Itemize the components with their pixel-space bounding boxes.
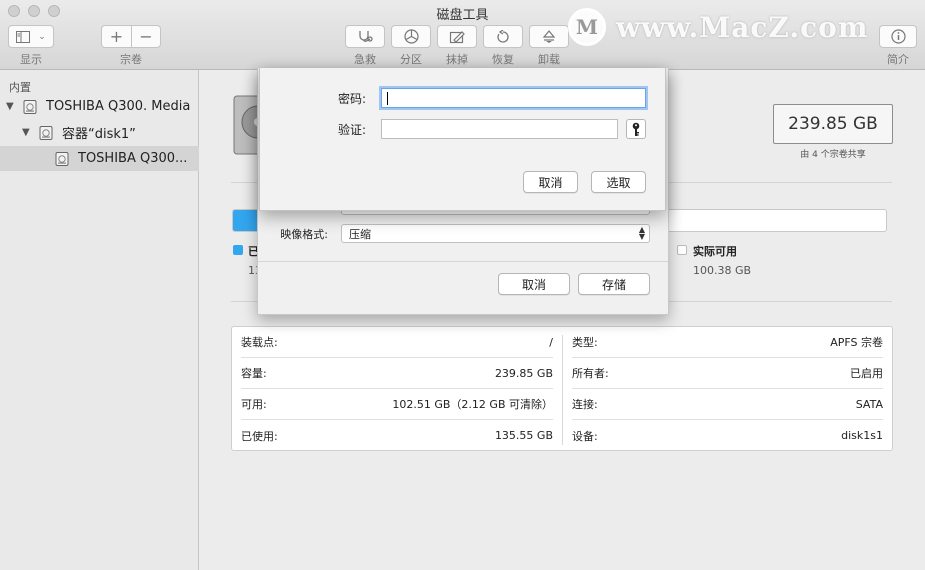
info-key: 已使用: <box>241 429 278 443</box>
key-icon <box>632 122 640 136</box>
restore-icon <box>497 29 509 43</box>
info-label: 简介 <box>887 53 909 66</box>
info-key: 容量: <box>241 367 267 380</box>
info-key: 所有者: <box>572 367 609 380</box>
info-key: 设备: <box>572 429 598 443</box>
info-row-type: 类型: APFS 宗卷 <box>572 327 883 358</box>
password-field[interactable] <box>381 88 646 108</box>
info-row-used: 已使用: 135.55 GB <box>241 420 553 451</box>
disk-icon <box>39 125 53 140</box>
chevron-down-icon: ⌄ <box>38 31 46 42</box>
sidebar-item-label: TOSHIBA Q300... <box>78 151 188 166</box>
info-value: APFS 宗卷 <box>830 336 883 349</box>
display-label: 显示 <box>20 53 42 66</box>
save-button[interactable]: 存储 <box>578 273 650 295</box>
info-icon <box>890 29 906 44</box>
hard-drive-icon <box>233 95 260 155</box>
volume-segmented-control: + − <box>101 25 161 48</box>
info-value: 239.85 GB <box>494 366 553 380</box>
info-row-mount-point: 装载点: / <box>241 327 553 358</box>
first-aid-label: 急救 <box>354 53 376 66</box>
eject-icon <box>543 29 555 43</box>
restore-label: 恢复 <box>492 53 514 66</box>
divider <box>258 261 668 262</box>
info-row-capacity: 容量: 239.85 GB <box>241 358 553 389</box>
info-row-owners: 所有者: 已启用 <box>572 358 883 389</box>
sidebar-section-internal: 内置 <box>9 81 31 94</box>
info-value: SATA <box>855 397 883 411</box>
available-legend-swatch <box>677 245 687 255</box>
info-value: 135.55 GB <box>494 429 553 442</box>
info-row-available: 可用: 102.51 GB（2.12 GB 可清除） <box>241 389 553 420</box>
info-table: 装载点: / 容量: 239.85 GB 可用: 102.51 GB（2.12 … <box>231 326 893 451</box>
add-volume-button[interactable]: + <box>102 26 131 47</box>
password-assistant-button[interactable] <box>626 119 646 139</box>
info-key: 装载点: <box>241 336 278 349</box>
watermark-logo: M <box>568 8 606 46</box>
watermark: M www.MacZ.com <box>568 8 868 46</box>
select-arrows-icon: ▲ ▼ <box>638 225 645 241</box>
info-value: disk1s1 <box>841 429 883 442</box>
password-cancel-button[interactable]: 取消 <box>523 171 578 193</box>
partition-label: 分区 <box>400 53 422 66</box>
sidebar-icon <box>16 30 31 43</box>
remove-volume-button[interactable]: − <box>132 26 160 47</box>
info-row-device: 设备: disk1s1 <box>572 420 883 451</box>
used-legend-swatch <box>233 245 243 255</box>
sidebar-item-toshiba-volume[interactable]: TOSHIBA Q300... <box>0 146 199 171</box>
erase-label: 抹掉 <box>446 53 468 66</box>
info-button[interactable] <box>879 25 917 48</box>
disk-icon <box>23 99 37 114</box>
available-legend-value: 100.38 GB <box>693 264 752 277</box>
pie-icon <box>403 29 419 44</box>
sidebar-item-container-disk1[interactable]: ▼ 容器“disk1” <box>0 120 199 145</box>
disclosure-triangle-icon[interactable]: ▼ <box>22 127 32 138</box>
toolbar: 磁盘工具 ⌄ 显示 + − 宗卷 急救 分区 抹掉 恢复 卸载 简介 M www… <box>0 0 925 70</box>
verify-label: 验证: <box>337 123 366 137</box>
info-value: 102.51 GB（2.12 GB 可清除） <box>392 398 553 411</box>
info-value: / <box>549 335 553 349</box>
display-button[interactable]: ⌄ <box>8 25 54 48</box>
volume-label: 宗卷 <box>120 53 142 66</box>
info-row-connection: 连接: SATA <box>572 389 883 420</box>
info-column-divider <box>562 335 563 445</box>
info-key: 可用: <box>241 398 267 411</box>
erase-button[interactable] <box>437 25 477 48</box>
capacity-shared-note: 由 4 个宗卷共享 <box>800 150 866 160</box>
info-value: 已启用 <box>850 367 883 380</box>
image-format-select[interactable]: 压缩 ▲ ▼ <box>341 224 650 243</box>
info-key: 连接: <box>572 398 598 411</box>
available-legend-label: 实际可用 <box>693 245 737 258</box>
password-sheet: 密码: 验证: 取消 选取 <box>259 68 666 211</box>
password-label: 密码: <box>337 92 366 106</box>
restore-button[interactable] <box>483 25 523 48</box>
info-key: 类型: <box>572 336 598 349</box>
disclosure-triangle-icon[interactable]: ▼ <box>6 101 16 112</box>
verify-field[interactable] <box>381 119 618 139</box>
unmount-label: 卸载 <box>538 53 560 66</box>
choose-button[interactable]: 选取 <box>591 171 646 193</box>
image-format-value: 压缩 <box>349 227 371 241</box>
first-aid-button[interactable] <box>345 25 385 48</box>
text-caret <box>387 92 388 105</box>
stethoscope-icon <box>359 30 373 42</box>
eraser-icon <box>449 30 465 43</box>
sidebar-item-label: 容器“disk1” <box>62 127 136 142</box>
unmount-button[interactable] <box>529 25 569 48</box>
disk-icon <box>55 151 69 166</box>
save-sheet-cancel-button[interactable]: 取消 <box>498 273 570 295</box>
sidebar-item-toshiba-media[interactable]: ▼ TOSHIBA Q300. Media <box>0 94 199 119</box>
watermark-text: www.MacZ.com <box>616 10 869 44</box>
sidebar-item-label: TOSHIBA Q300. Media <box>46 99 191 114</box>
sidebar: 内置 ▼ TOSHIBA Q300. Media ▼ 容器“disk1” TOS… <box>0 70 199 570</box>
capacity-box: 239.85 GB <box>773 104 893 144</box>
partition-button[interactable] <box>391 25 431 48</box>
image-format-label: 映像格式: <box>280 228 328 241</box>
